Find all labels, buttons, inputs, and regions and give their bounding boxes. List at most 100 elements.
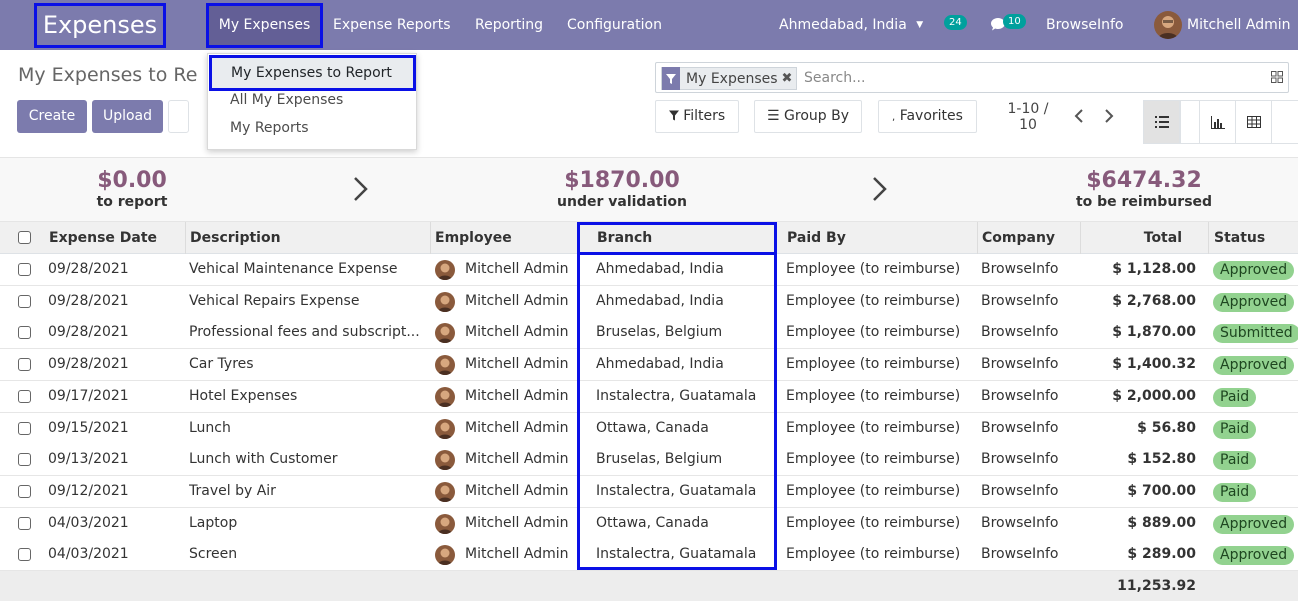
column-branch[interactable]: Branch [597, 222, 652, 254]
filters-button[interactable]: Filters [655, 100, 739, 133]
app-title[interactable]: Expenses [34, 3, 166, 48]
kanban-view-button[interactable] [1180, 100, 1200, 144]
summary-to-report[interactable]: $0.00 to report [72, 168, 192, 210]
table-row[interactable]: 09/28/2021 Vehical Repairs Expense Mitchel… [0, 285, 1298, 318]
column-employee[interactable]: Employee [435, 222, 512, 254]
column-status[interactable]: Status [1214, 222, 1265, 254]
activity-view-button[interactable] [1271, 100, 1298, 144]
cell-description: Travel by Air [189, 482, 276, 499]
favorites-button[interactable]: , Favorites [878, 100, 977, 133]
cell-branch: Ahmedabad, India [596, 292, 724, 309]
pager-next-icon[interactable] [1104, 108, 1114, 128]
row-checkbox[interactable] [18, 421, 31, 435]
cell-total: $ 1,870.00 [1112, 324, 1196, 341]
user-name[interactable]: Mitchell Admin [1187, 0, 1291, 50]
cell-company: BrowseInfo [981, 482, 1059, 499]
branch-selector[interactable]: Ahmedabad, India ▼ [779, 0, 923, 50]
table-row[interactable]: 09/28/2021 Professional fees and subscrip… [0, 317, 1298, 350]
cell-employee: Mitchell Admin [465, 419, 569, 436]
column-total[interactable]: Total [1100, 222, 1182, 254]
table-header: Expense Date Description Employee Branch… [0, 222, 1298, 254]
cell-expense-date: 09/15/2021 [48, 419, 129, 436]
status-badge: Approved [1213, 356, 1295, 376]
row-checkbox[interactable] [18, 484, 31, 498]
cell-branch: Bruselas, Belgium [596, 451, 723, 468]
toggle-search-panel-icon[interactable] [1271, 71, 1283, 83]
employee-avatar [435, 418, 455, 439]
column-expense-date[interactable]: Expense Date [49, 222, 157, 254]
row-checkbox[interactable] [18, 516, 31, 530]
pivot-view-button[interactable] [1235, 100, 1272, 144]
dropdown-item-my-expenses-to-report[interactable]: My Expenses to Report [209, 55, 416, 91]
graph-view-button[interactable] [1199, 100, 1236, 144]
pager-range: 1-10 / [1007, 101, 1049, 117]
table-row[interactable]: 04/03/2021 Laptop Mitchell Admin Ottawa, Ca… [0, 507, 1298, 540]
cell-description: Lunch with Customer [189, 451, 338, 468]
search-bar[interactable]: My Expenses ✖ Search... [655, 62, 1289, 93]
row-checkbox[interactable] [18, 389, 31, 403]
group-by-button[interactable]: ☰ Group By [754, 100, 862, 133]
pager[interactable]: 1-10 / 10 [1000, 101, 1056, 133]
reimbursed-label: to be reimbursed [1075, 194, 1213, 210]
cell-company: BrowseInfo [981, 356, 1059, 373]
cell-paid-by: Employee (to reimburse) [786, 546, 961, 563]
table-row[interactable]: 04/03/2021 Screen Mitchell Admin Instalectr… [0, 539, 1298, 572]
message-count-badge: 10 [1003, 14, 1026, 29]
status-badge: Paid [1213, 451, 1257, 471]
list-view-icon [1155, 116, 1169, 128]
create-button[interactable]: Create [17, 100, 87, 133]
table-icon [1247, 116, 1261, 128]
top-navbar: Expenses My Expenses Expense Reports Rep… [0, 0, 1298, 50]
table-row[interactable]: 09/28/2021 Vehical Maintenance Expense Mit… [0, 254, 1298, 286]
menu-reporting[interactable]: Reporting [475, 0, 543, 50]
table-row[interactable]: 09/17/2021 Hotel Expenses Mitchell Admin In… [0, 380, 1298, 413]
column-description[interactable]: Description [190, 222, 281, 254]
row-checkbox[interactable] [18, 453, 31, 467]
dropdown-item-all-my-expenses[interactable]: All My Expenses [230, 92, 343, 108]
cell-company: BrowseInfo [981, 261, 1059, 277]
cell-description: Vehical Repairs Expense [189, 292, 360, 309]
table-row[interactable]: 09/28/2021 Car Tyres Mitchell Admin Ahmedab… [0, 349, 1298, 382]
cell-branch: Instalectra, Guatamala [596, 546, 757, 563]
menu-configuration[interactable]: Configuration [567, 0, 662, 50]
messages-button[interactable]: 10 [989, 0, 1029, 50]
cell-paid-by: Employee (to reimburse) [786, 261, 961, 277]
list-view-button[interactable] [1143, 100, 1180, 144]
column-paid-by[interactable]: Paid By [787, 222, 846, 254]
company-switcher[interactable]: BrowseInfo [1046, 0, 1123, 50]
table-row[interactable]: 09/13/2021 Lunch with Customer Mitchell Ad… [0, 444, 1298, 477]
row-checkbox[interactable] [18, 326, 31, 340]
table-row[interactable]: 09/15/2021 Lunch Mitchell Admin Ottawa, Can… [0, 412, 1298, 445]
upload-button[interactable]: Upload [92, 100, 163, 133]
expense-summary: $0.00 to report $1870.00 under validatio… [0, 157, 1298, 222]
dropdown-item-my-reports[interactable]: My Reports [230, 120, 309, 136]
employee-avatar [435, 355, 455, 376]
menu-my-expenses[interactable]: My Expenses [206, 3, 323, 48]
summary-under-validation[interactable]: $1870.00 under validation [537, 168, 707, 210]
select-all-checkbox[interactable] [18, 231, 31, 244]
extra-action-button[interactable] [168, 100, 189, 133]
table-row[interactable]: 09/12/2021 Travel by Air Mitchell Admin Ins… [0, 475, 1298, 508]
cell-description: Hotel Expenses [189, 387, 298, 404]
summary-to-be-reimbursed[interactable]: $6474.32 to be reimbursed [1064, 168, 1224, 210]
filter-icon [668, 110, 679, 121]
cell-paid-by: Employee (to reimburse) [786, 387, 961, 404]
list-icon: ☰ [767, 108, 780, 124]
cell-company: BrowseInfo [981, 514, 1059, 531]
row-checkbox[interactable] [18, 358, 31, 372]
grand-total: 11,253.92 [1117, 578, 1196, 594]
remove-facet-icon[interactable]: ✖ [782, 71, 797, 86]
activity-button[interactable]: 24 [944, 0, 970, 50]
cell-branch: Ottawa, Canada [596, 514, 709, 531]
row-checkbox[interactable] [18, 263, 31, 276]
search-input[interactable]: Search... [804, 70, 865, 86]
table-footer: 11,253.92 [0, 571, 1298, 601]
user-avatar[interactable] [1154, 11, 1182, 39]
cell-employee: Mitchell Admin [465, 451, 569, 468]
pager-previous-icon[interactable] [1074, 108, 1084, 128]
row-checkbox[interactable] [18, 294, 31, 308]
menu-expense-reports[interactable]: Expense Reports [333, 0, 451, 50]
column-company[interactable]: Company [982, 222, 1055, 254]
cell-company: BrowseInfo [981, 451, 1059, 468]
row-checkbox[interactable] [18, 548, 31, 562]
